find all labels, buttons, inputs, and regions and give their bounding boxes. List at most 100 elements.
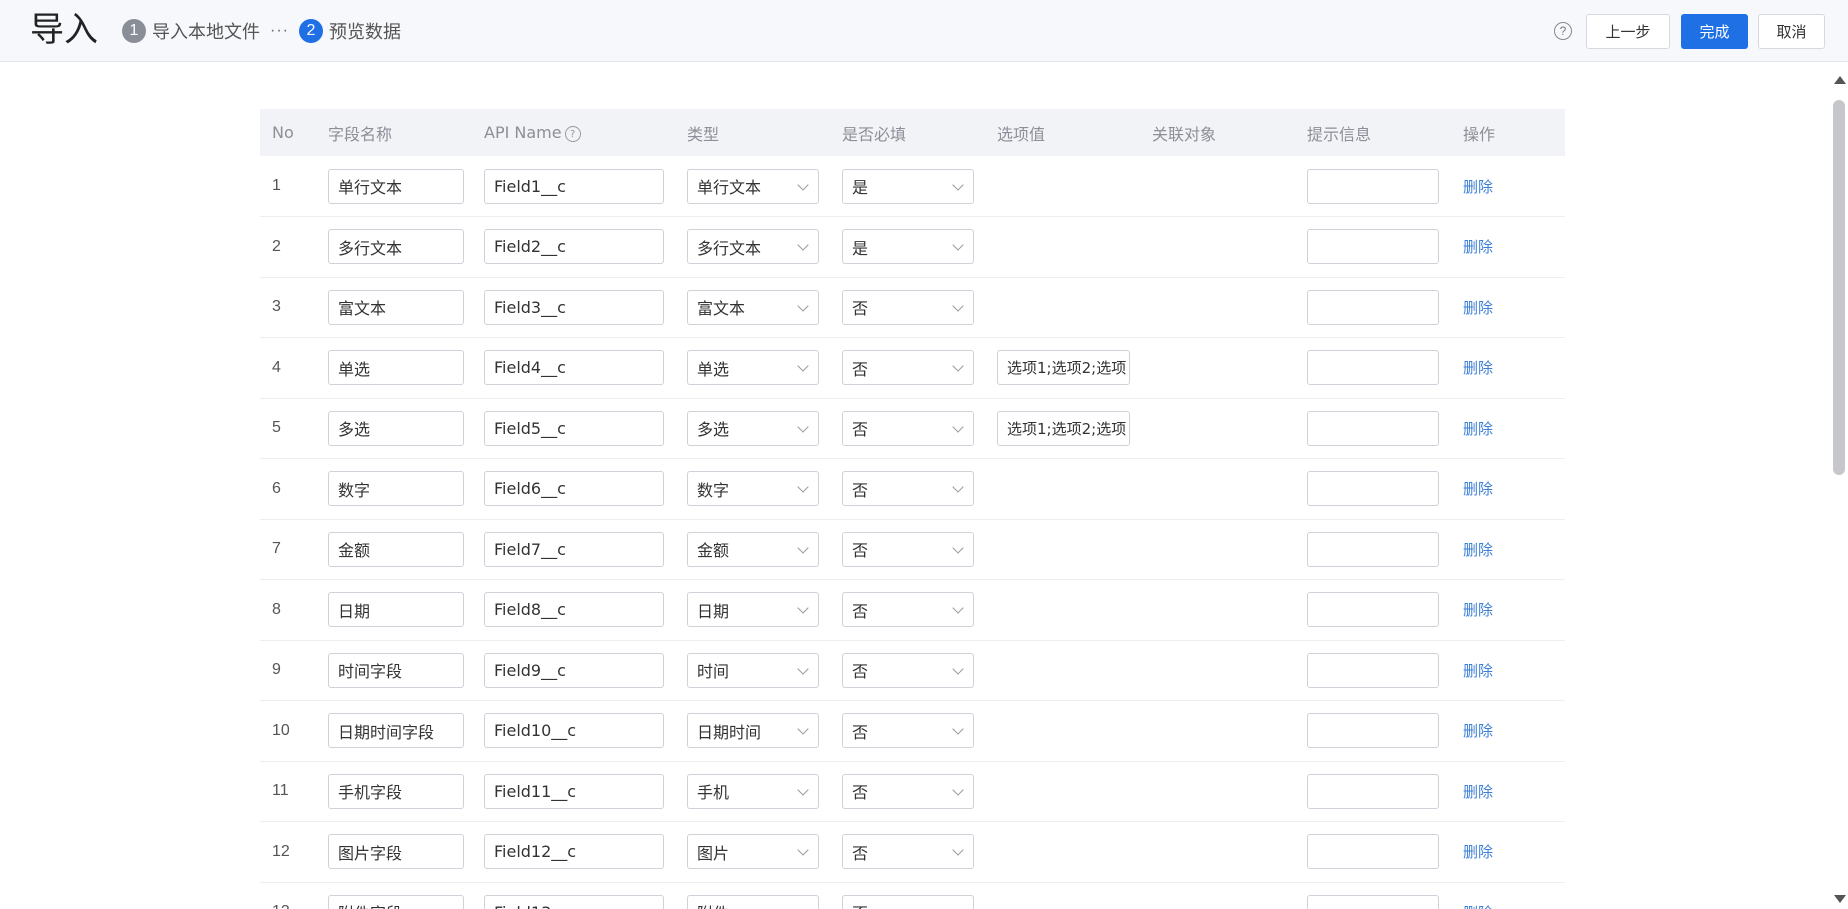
hint-input[interactable] xyxy=(1307,894,1439,909)
field-name-input[interactable]: 图片字段 xyxy=(328,834,464,870)
type-select[interactable]: 单选 xyxy=(687,350,819,386)
type-select[interactable]: 时间 xyxy=(687,652,819,688)
api-name-input[interactable]: Field11__c xyxy=(484,773,664,809)
delete-link[interactable]: 删除 xyxy=(1463,662,1493,680)
api-name-input[interactable]: Field13__c xyxy=(484,894,664,909)
hint-input[interactable] xyxy=(1307,168,1439,204)
hint-input[interactable] xyxy=(1307,652,1439,688)
hint-input[interactable] xyxy=(1307,592,1439,628)
delete-link[interactable]: 删除 xyxy=(1463,541,1493,559)
hint-input[interactable] xyxy=(1307,350,1439,386)
field-name-input[interactable]: 多行文本 xyxy=(328,229,464,265)
options-input[interactable]: 选项1;选项2;选项 xyxy=(997,410,1130,446)
chevron-down-icon xyxy=(952,421,964,433)
field-name-input[interactable]: 数字 xyxy=(328,471,464,507)
delete-link[interactable]: 删除 xyxy=(1463,359,1493,377)
required-select[interactable]: 否 xyxy=(842,350,974,386)
finish-button[interactable]: 完成 xyxy=(1681,14,1748,49)
type-select[interactable]: 日期 xyxy=(687,592,819,628)
field-name-input[interactable]: 单行文本 xyxy=(328,168,464,204)
chevron-down-icon xyxy=(797,481,809,493)
chevron-down-icon xyxy=(797,542,809,554)
required-select[interactable]: 否 xyxy=(842,834,974,870)
hint-input[interactable] xyxy=(1307,289,1439,325)
api-name-input[interactable]: Field1__c xyxy=(484,168,664,204)
chevron-down-icon xyxy=(952,542,964,554)
options-input[interactable]: 选项1;选项2;选项 xyxy=(997,350,1130,386)
field-name-input[interactable]: 附件字段 xyxy=(328,894,464,909)
hint-input[interactable] xyxy=(1307,229,1439,265)
type-select[interactable]: 手机 xyxy=(687,773,819,809)
delete-link[interactable]: 删除 xyxy=(1463,178,1493,196)
delete-link[interactable]: 删除 xyxy=(1463,722,1493,740)
field-name-input[interactable]: 日期时间字段 xyxy=(328,713,464,749)
required-select[interactable]: 是 xyxy=(842,168,974,204)
field-name-input[interactable]: 多选 xyxy=(328,410,464,446)
required-select[interactable]: 否 xyxy=(842,592,974,628)
table-row: 6 数字 Field6__c 数字 否 删除 xyxy=(260,458,1565,520)
type-select[interactable]: 单行文本 xyxy=(687,168,819,204)
col-header-api: API Name? xyxy=(472,109,675,156)
stepper: 1 导入本地文件 ··· 2 预览数据 xyxy=(122,18,401,44)
hint-input[interactable] xyxy=(1307,410,1439,446)
col-header-options: 选项值 xyxy=(985,109,1140,156)
required-select[interactable]: 否 xyxy=(842,894,974,909)
required-select[interactable]: 否 xyxy=(842,471,974,507)
api-name-input[interactable]: Field3__c xyxy=(484,289,664,325)
hint-input[interactable] xyxy=(1307,471,1439,507)
field-name-input[interactable]: 单选 xyxy=(328,350,464,386)
type-select[interactable]: 多行文本 xyxy=(687,229,819,265)
hint-input[interactable] xyxy=(1307,773,1439,809)
question-circle-icon[interactable]: ? xyxy=(564,126,581,143)
api-name-input[interactable]: Field8__c xyxy=(484,592,664,628)
required-select[interactable]: 否 xyxy=(842,652,974,688)
api-name-input[interactable]: Field12__c xyxy=(484,834,664,870)
api-name-input[interactable]: Field2__c xyxy=(484,229,664,265)
api-name-input[interactable]: Field5__c xyxy=(484,410,664,446)
delete-link[interactable]: 删除 xyxy=(1463,783,1493,801)
type-select[interactable]: 附件 xyxy=(687,894,819,909)
question-circle-icon[interactable]: ? xyxy=(1554,22,1572,40)
field-name-input[interactable]: 手机字段 xyxy=(328,773,464,809)
type-select[interactable]: 日期时间 xyxy=(687,713,819,749)
field-name-input[interactable]: 富文本 xyxy=(328,289,464,325)
delete-link[interactable]: 删除 xyxy=(1463,420,1493,438)
api-name-input[interactable]: Field7__c xyxy=(484,531,664,567)
delete-link[interactable]: 删除 xyxy=(1463,299,1493,317)
table-row: 7 金额 Field7__c 金额 否 删除 xyxy=(260,519,1565,580)
delete-link[interactable]: 删除 xyxy=(1463,904,1493,909)
delete-link[interactable]: 删除 xyxy=(1463,843,1493,861)
hint-input[interactable] xyxy=(1307,531,1439,567)
required-select[interactable]: 否 xyxy=(842,410,974,446)
api-name-input[interactable]: Field6__c xyxy=(484,471,664,507)
delete-link[interactable]: 删除 xyxy=(1463,480,1493,498)
type-select[interactable]: 富文本 xyxy=(687,289,819,325)
delete-link[interactable]: 删除 xyxy=(1463,238,1493,256)
field-name-input[interactable]: 金额 xyxy=(328,531,464,567)
type-select[interactable]: 多选 xyxy=(687,410,819,446)
related-object-cell xyxy=(1140,821,1295,883)
scroll-up-arrow-icon[interactable] xyxy=(1834,76,1846,84)
hint-input[interactable] xyxy=(1307,834,1439,870)
type-select[interactable]: 数字 xyxy=(687,471,819,507)
required-select[interactable]: 否 xyxy=(842,531,974,567)
scrollbar-thumb[interactable] xyxy=(1833,100,1845,475)
hint-input[interactable] xyxy=(1307,713,1439,749)
prev-step-button[interactable]: 上一步 xyxy=(1586,14,1670,49)
vertical-scrollbar[interactable] xyxy=(1830,62,1848,909)
delete-link[interactable]: 删除 xyxy=(1463,601,1493,619)
required-select[interactable]: 否 xyxy=(842,773,974,809)
type-select[interactable]: 金额 xyxy=(687,531,819,567)
api-name-input[interactable]: Field9__c xyxy=(484,652,664,688)
required-select[interactable]: 否 xyxy=(842,713,974,749)
api-name-input[interactable]: Field10__c xyxy=(484,713,664,749)
field-name-input[interactable]: 日期 xyxy=(328,592,464,628)
required-select[interactable]: 否 xyxy=(842,289,974,325)
scroll-down-arrow-icon[interactable] xyxy=(1834,895,1846,903)
required-select[interactable]: 是 xyxy=(842,229,974,265)
type-select[interactable]: 图片 xyxy=(687,834,819,870)
col-header-name: 字段名称 xyxy=(316,109,472,156)
api-name-input[interactable]: Field4__c xyxy=(484,350,664,386)
cancel-button[interactable]: 取消 xyxy=(1758,14,1825,49)
field-name-input[interactable]: 时间字段 xyxy=(328,652,464,688)
